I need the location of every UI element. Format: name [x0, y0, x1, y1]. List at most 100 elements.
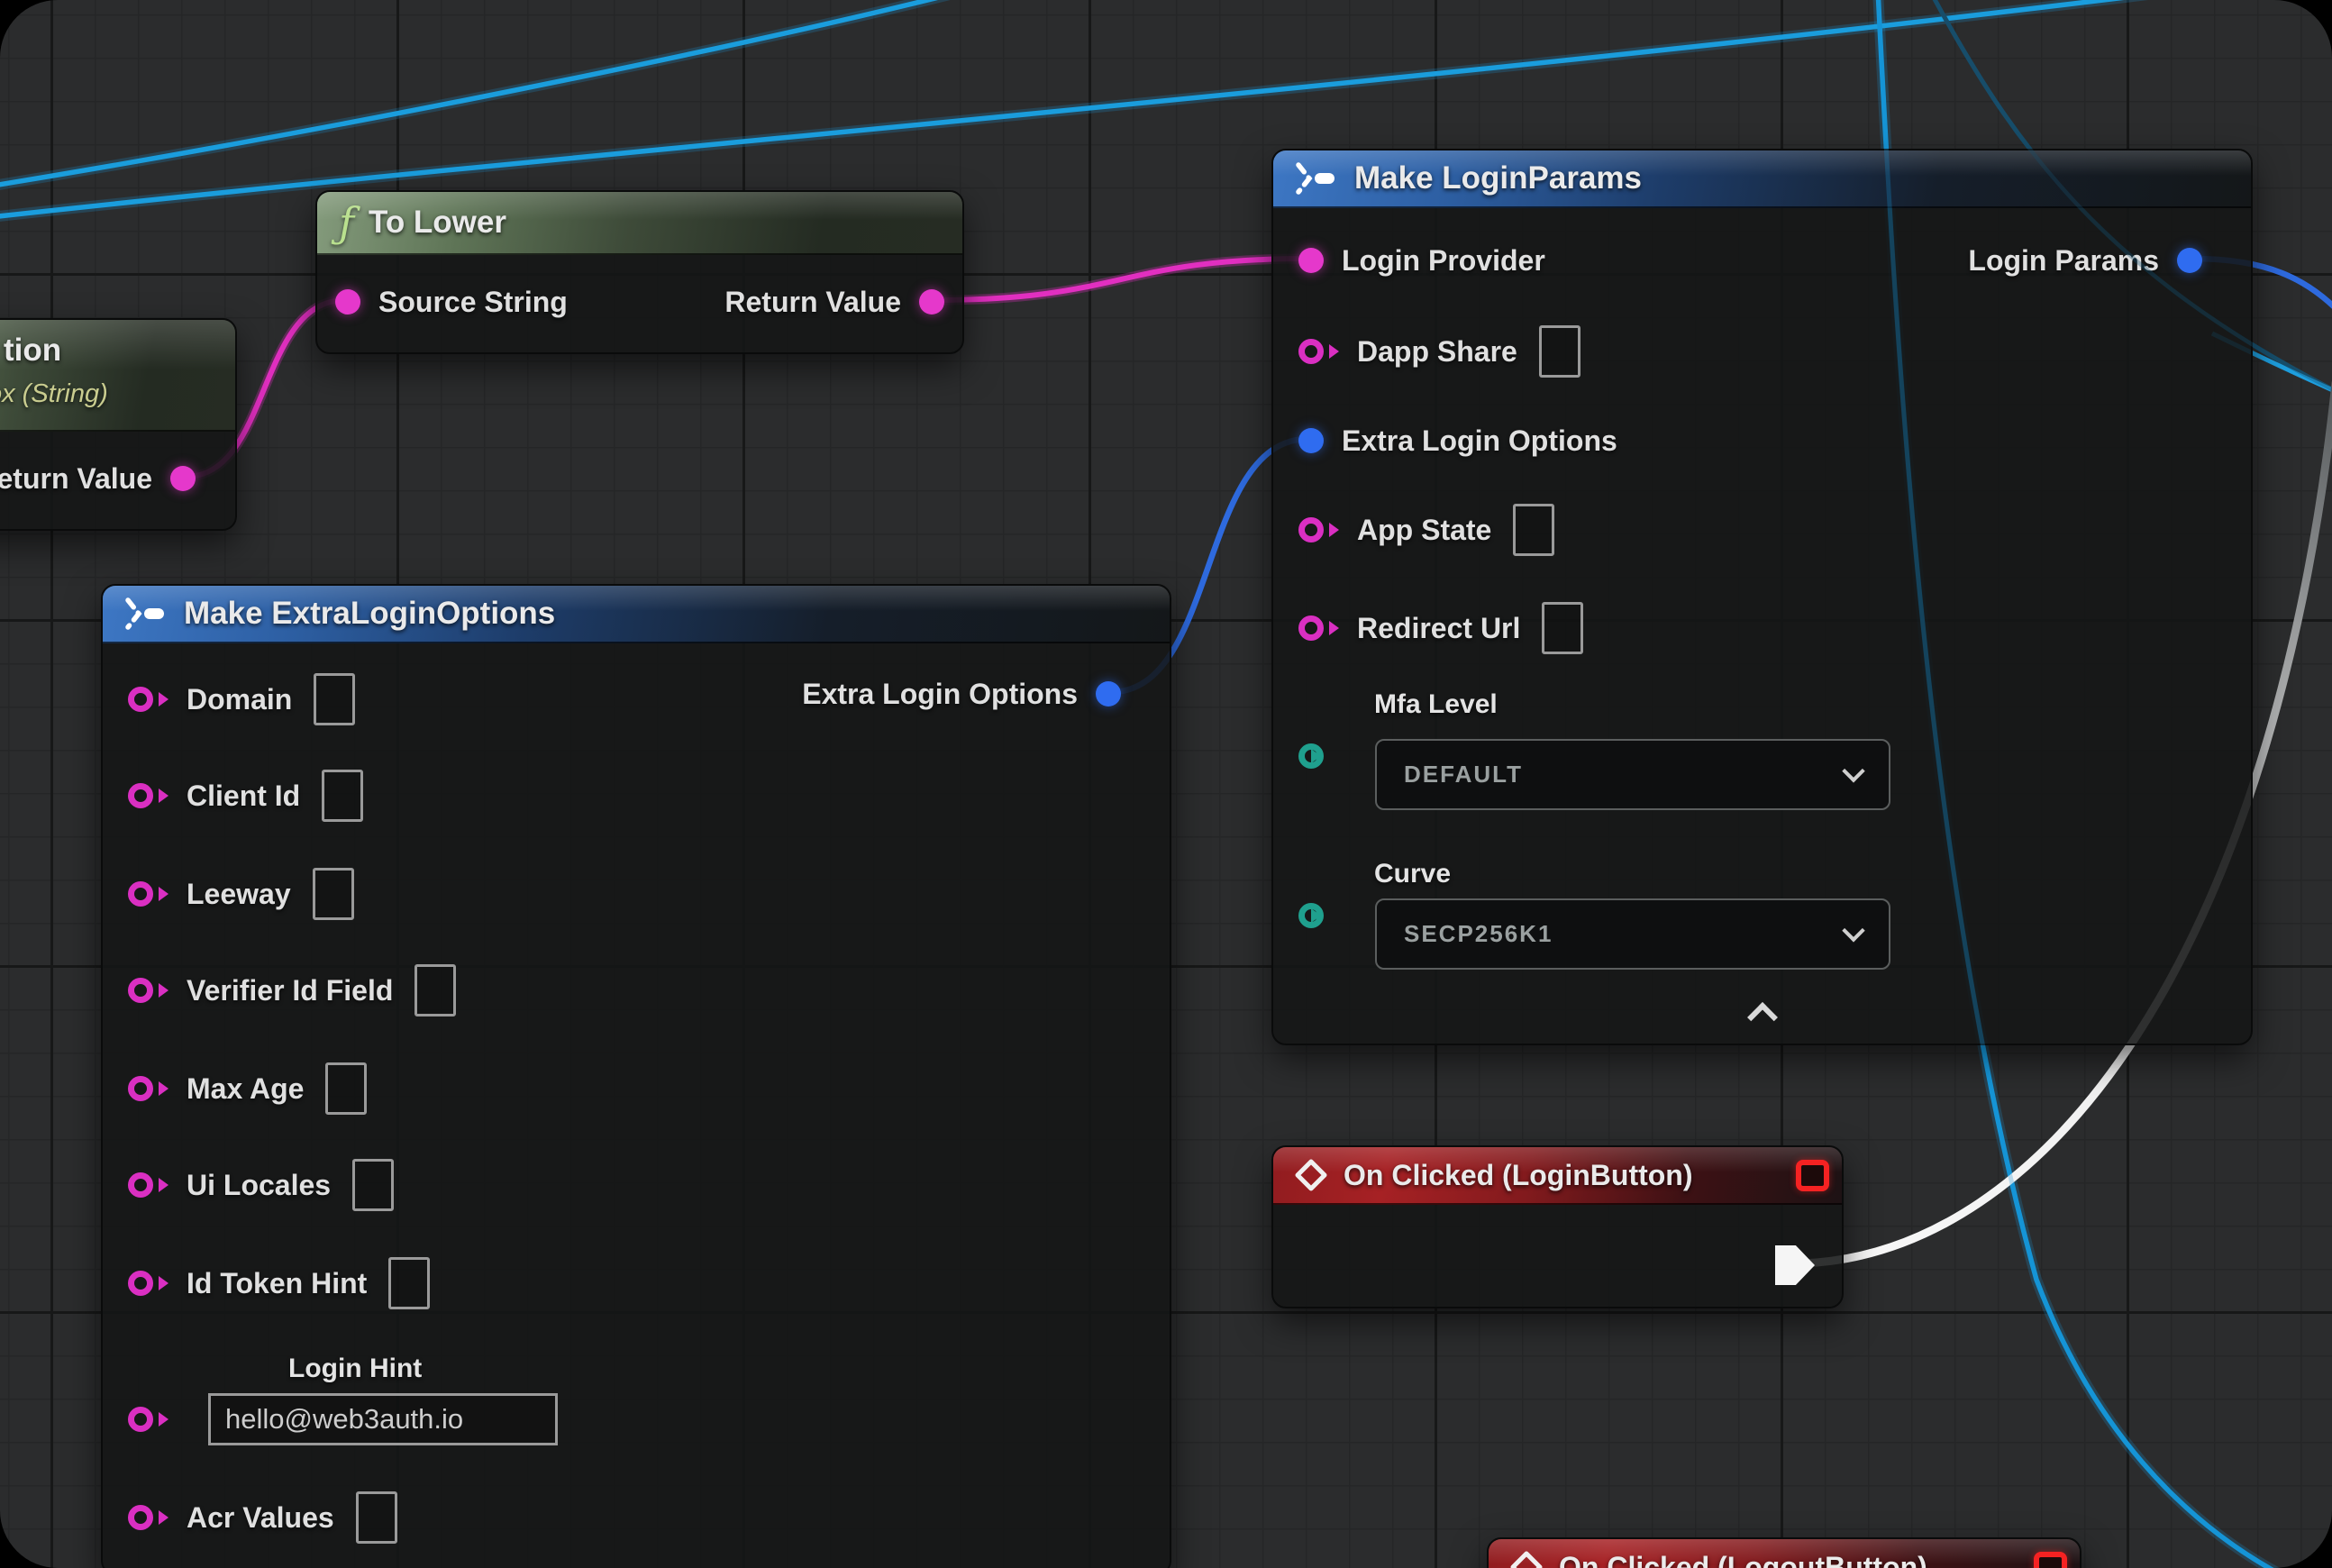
struct-pin-connected[interactable] [1298, 428, 1324, 453]
pin-nub-icon [159, 1276, 169, 1290]
pin-nub-icon [1329, 621, 1339, 635]
node-title-fragment: tion [4, 333, 61, 369]
collapse-node-chevron-icon[interactable] [1747, 1002, 1778, 1033]
chevron-down-icon [1842, 760, 1864, 782]
pin-row-extra-login-options-in: Extra Login Options [1298, 414, 1617, 468]
string-pin[interactable] [1298, 517, 1324, 542]
exec-output-pin[interactable] [1775, 1245, 1815, 1285]
string-pin[interactable] [128, 1076, 153, 1101]
node-make-loginparams-header[interactable]: Make LoginParams [1273, 150, 2251, 208]
acr-values-value-box[interactable] [356, 1491, 397, 1544]
string-pin-connected[interactable] [1298, 248, 1324, 273]
login-hint-input[interactable]: hello@web3auth.io [208, 1393, 558, 1445]
pin-row-max-age: Max Age [128, 1062, 367, 1116]
mfa-level-label: Mfa Level [1374, 689, 1498, 720]
pin-label: Extra Login Options [802, 678, 1078, 711]
node-onclicked-logoutbutton-header[interactable]: On Clicked (LogoutButton) [1489, 1539, 2080, 1568]
delegate-pin-icon[interactable] [2034, 1552, 2067, 1568]
pin-label: Login Params [1968, 244, 2159, 278]
node-to-lower[interactable]: ƒ To Lower Source String Return Value [315, 190, 964, 354]
struct-pin-connected[interactable] [1096, 681, 1121, 707]
string-pin[interactable] [128, 978, 153, 1003]
pin-nub-icon [159, 789, 169, 803]
pin-nub-icon [159, 887, 169, 901]
node-onclicked-loginbutton[interactable]: On Clicked (LoginButton) [1271, 1145, 1844, 1308]
mfa-level-value: DEFAULT [1404, 761, 1523, 789]
string-pin-connected[interactable] [335, 289, 360, 315]
string-pin[interactable] [128, 1271, 153, 1296]
node-partial-function[interactable]: tion ox (String) eturn Value [0, 318, 237, 531]
pin-label: Client Id [187, 779, 300, 813]
node-title: On Clicked (LogoutButton) [1559, 1551, 1927, 1568]
dapp-share-value-box[interactable] [1539, 325, 1580, 378]
pin-row-return-value: eturn Value [0, 451, 196, 506]
pin-row-dapp-share: Dapp Share [1298, 324, 1580, 378]
verifier-id-field-value-box[interactable] [414, 964, 456, 1016]
pin-row-acr-values: Acr Values [128, 1491, 397, 1545]
pin-row-source-string: Source String [335, 275, 568, 329]
event-diamond-icon [1510, 1551, 1543, 1568]
pin-nub-icon [1329, 344, 1339, 359]
pin-row-return-value: Return Value [724, 275, 944, 329]
string-pin[interactable] [128, 881, 153, 907]
node-title: Make ExtraLoginOptions [184, 596, 555, 632]
node-to-lower-header[interactable]: ƒ To Lower [317, 192, 962, 255]
client-id-value-box[interactable] [322, 770, 363, 822]
pin-row-verifier-id-field: Verifier Id Field [128, 963, 456, 1017]
pin-label: App State [1357, 514, 1491, 547]
node-title: Make LoginParams [1354, 160, 1642, 196]
node-onclicked-loginbutton-header[interactable]: On Clicked (LoginButton) [1273, 1147, 1842, 1205]
delegate-pin-icon[interactable] [1796, 1160, 1829, 1191]
string-pin[interactable] [128, 1505, 153, 1530]
pin-row-login-provider: Login Provider [1298, 233, 1545, 287]
make-struct-icon [124, 597, 169, 630]
curve-dropdown[interactable]: SECP256K1 [1375, 898, 1890, 970]
curve-label: Curve [1374, 859, 1451, 889]
node-partial-function-header[interactable]: tion ox (String) [0, 320, 235, 432]
string-pin[interactable] [128, 783, 153, 808]
pin-nub-icon [1311, 749, 1321, 763]
pin-row-id-token-hint: Id Token Hint [128, 1256, 430, 1310]
string-pin[interactable] [128, 687, 153, 712]
max-age-value-box[interactable] [325, 1062, 367, 1115]
pin-label: Extra Login Options [1342, 424, 1617, 458]
node-make-loginparams[interactable]: Make LoginParams Login Provider Dapp Sha… [1271, 149, 2253, 1045]
pin-nub-icon [159, 983, 169, 998]
blueprint-graph-canvas[interactable]: tion ox (String) eturn Value ƒ To Lower … [0, 0, 2332, 1568]
event-diamond-icon [1295, 1159, 1327, 1191]
login-hint-value: hello@web3auth.io [225, 1403, 463, 1436]
pin-nub-icon [159, 1081, 169, 1096]
string-pin[interactable] [1298, 339, 1324, 364]
id-token-hint-value-box[interactable] [388, 1257, 430, 1309]
struct-pin-connected[interactable] [2177, 248, 2202, 273]
node-onclicked-logoutbutton[interactable]: On Clicked (LogoutButton) [1487, 1537, 2081, 1568]
domain-value-box[interactable] [314, 673, 355, 725]
node-make-extraloginoptions-header[interactable]: Make ExtraLoginOptions [103, 586, 1170, 643]
string-pin-connected[interactable] [170, 466, 196, 491]
string-pin[interactable] [128, 1407, 153, 1432]
pin-label: Leeway [187, 878, 291, 911]
pin-label: Domain [187, 683, 292, 716]
pin-row-extra-login-options-out: Extra Login Options [802, 667, 1121, 721]
mfa-level-dropdown[interactable]: DEFAULT [1375, 739, 1890, 810]
pin-nub-icon [159, 1412, 169, 1427]
pin-nub-icon [1311, 908, 1321, 923]
string-pin[interactable] [128, 1172, 153, 1198]
node-title: To Lower [369, 205, 506, 241]
leeway-value-box[interactable] [313, 868, 354, 920]
pin-label: Acr Values [187, 1501, 334, 1535]
pin-label: eturn Value [0, 462, 152, 496]
pin-label: Ui Locales [187, 1169, 331, 1202]
ui-locales-value-box[interactable] [352, 1159, 394, 1211]
pin-nub-icon [159, 692, 169, 707]
pin-row-client-id: Client Id [128, 769, 363, 823]
string-pin[interactable] [1298, 615, 1324, 641]
pin-label: Login Provider [1342, 244, 1545, 278]
make-struct-icon [1295, 162, 1340, 195]
redirect-url-value-box[interactable] [1542, 602, 1583, 654]
node-make-extraloginoptions[interactable]: Make ExtraLoginOptions Domain Client Id … [101, 584, 1171, 1568]
pin-nub-icon [159, 1178, 169, 1192]
pin-row-domain: Domain [128, 672, 355, 726]
string-pin-connected[interactable] [919, 289, 944, 315]
app-state-value-box[interactable] [1513, 504, 1554, 556]
